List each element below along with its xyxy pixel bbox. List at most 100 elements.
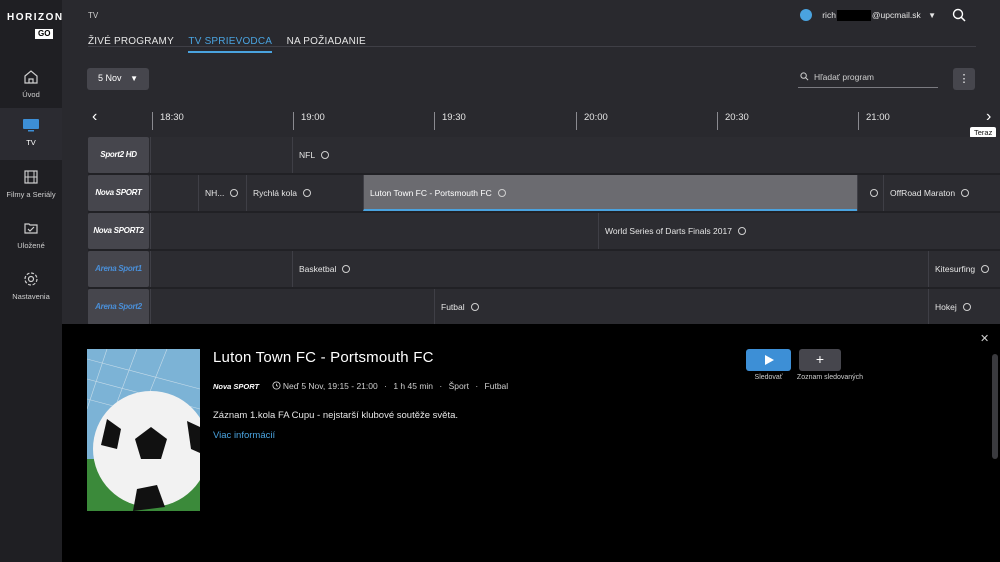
time-tick: 20:30 bbox=[717, 112, 749, 130]
channel-row: Arena Sport1 Basketbal Kitesurfing bbox=[88, 251, 1000, 287]
sidebar-item-label: Uložené bbox=[17, 241, 45, 250]
program-slot[interactable]: World Series of Darts Finals 2017 bbox=[598, 213, 1000, 249]
program-slot[interactable]: Rychlá kola bbox=[246, 175, 363, 211]
replay-icon bbox=[981, 265, 990, 273]
date-value: 5 Nov bbox=[98, 73, 122, 83]
replay-icon bbox=[737, 227, 746, 235]
sidebar-item-label: TV bbox=[26, 138, 36, 147]
channel-logo[interactable]: Sport2 HD bbox=[88, 137, 149, 173]
program-title: Luton Town FC - Portsmouth FC bbox=[213, 349, 434, 366]
user-email-suffix: @upcmail.sk bbox=[871, 10, 921, 20]
main-area: TV ŽIVÉ PROGRAMY TV SPRIEVODCA NA POŽIAD… bbox=[62, 0, 1000, 562]
sidebar-item-ulozene[interactable]: Uložené bbox=[0, 211, 62, 263]
logo-go-text: GO bbox=[35, 29, 54, 39]
replay-icon bbox=[961, 189, 970, 197]
replay-icon bbox=[342, 265, 351, 273]
timeline: ‹ 18:30 19:00 19:30 20:00 20:30 21:00 › bbox=[88, 108, 998, 132]
time-tick: 18:30 bbox=[152, 112, 184, 130]
program-slot[interactable]: NH... bbox=[198, 175, 246, 211]
program-meta: Nova SPORT Neď 5 Nov, 19:15 - 21:00 · 1 … bbox=[213, 381, 509, 391]
replay-icon bbox=[962, 303, 971, 311]
program-slot[interactable]: OffRoad Maraton bbox=[883, 175, 1000, 211]
time-tick: 21:00 bbox=[858, 112, 890, 130]
tab-bar: ŽIVÉ PROGRAMY TV SPRIEVODCA NA POŽIADANI… bbox=[88, 31, 376, 53]
program-description: Záznam 1.kola FA Cupu - nejstarší klubov… bbox=[213, 410, 459, 421]
sidebar: HORIZON GO Úvod TV Filmy a Seriály Ulože… bbox=[0, 0, 62, 562]
tabs-divider bbox=[88, 46, 976, 47]
horizon-go-logo[interactable]: HORIZON GO bbox=[7, 12, 64, 42]
chevron-right-icon[interactable]: › bbox=[986, 108, 991, 126]
sidebar-item-uvod[interactable]: Úvod bbox=[0, 60, 62, 112]
program-slot[interactable] bbox=[857, 175, 883, 211]
program-detail-panel: Luton Town FC - Portsmouth FC Nova SPORT… bbox=[62, 324, 1000, 562]
replay-icon bbox=[271, 381, 281, 390]
program-slot[interactable]: Hokej bbox=[928, 289, 1000, 324]
sidebar-item-tv[interactable]: TV bbox=[0, 108, 62, 160]
play-icon bbox=[765, 355, 774, 365]
user-avatar-icon bbox=[800, 9, 813, 21]
more-info-link[interactable]: Viac informácií bbox=[213, 430, 275, 441]
program-slot[interactable] bbox=[150, 175, 198, 211]
more-options-button[interactable]: ⋮ bbox=[953, 68, 975, 90]
replay-icon bbox=[230, 189, 239, 197]
program-duration: 1 h 45 min bbox=[393, 381, 434, 391]
chevron-down-icon: ▼ bbox=[130, 74, 138, 83]
program-poster bbox=[87, 349, 200, 511]
page-title: TV bbox=[88, 11, 99, 20]
date-picker[interactable]: 5 Nov ▼ bbox=[87, 68, 149, 90]
channel-row: Nova SPORT2 World Series of Darts Finals… bbox=[88, 213, 1000, 249]
add-to-watchlist-button[interactable]: + bbox=[799, 349, 841, 371]
search-icon[interactable] bbox=[952, 8, 966, 27]
close-icon[interactable]: ✕ bbox=[980, 332, 989, 345]
saved-icon bbox=[24, 223, 38, 234]
gear-icon bbox=[24, 272, 38, 286]
chevron-left-icon[interactable]: ‹ bbox=[92, 108, 97, 126]
epg-grid: Sport2 HD NFL Nova SPORT NH... Rychlá ko… bbox=[88, 131, 1000, 324]
user-menu[interactable]: rich @upcmail.sk ▼ bbox=[800, 9, 936, 22]
program-slot[interactable] bbox=[150, 137, 292, 173]
tab-na-poziadanie[interactable]: NA POŽIADANIE bbox=[287, 36, 366, 51]
logo-main-text: HORIZON bbox=[7, 12, 64, 23]
search-icon bbox=[800, 72, 809, 81]
program-slot[interactable]: Basketbal bbox=[292, 251, 928, 287]
program-slot[interactable]: Kitesurfing bbox=[928, 251, 1000, 287]
program-slot[interactable]: Futbal bbox=[434, 289, 928, 324]
program-slot-selected[interactable]: Luton Town FC - Portsmouth FC bbox=[363, 175, 857, 211]
tv-icon bbox=[23, 119, 39, 132]
channel-row: Arena Sport2 Futbal Hokej bbox=[88, 289, 1000, 324]
program-slot[interactable]: NFL bbox=[292, 137, 1000, 173]
channel-logo-small: Nova SPORT bbox=[213, 382, 260, 391]
play-button[interactable] bbox=[746, 349, 791, 371]
channel-logo[interactable]: Nova SPORT2 bbox=[88, 213, 149, 249]
chevron-down-icon: ▼ bbox=[928, 11, 936, 20]
program-datetime: Neď 5 Nov, 19:15 - 21:00 bbox=[282, 381, 378, 391]
sidebar-item-filmy[interactable]: Filmy a Seriály bbox=[0, 160, 62, 212]
plus-icon: + bbox=[815, 351, 825, 367]
sidebar-item-nastavenia[interactable]: Nastavenia bbox=[0, 262, 62, 314]
tab-zive-programy[interactable]: ŽIVÉ PROGRAMY bbox=[88, 36, 174, 51]
sidebar-item-label: Nastavenia bbox=[12, 292, 50, 301]
channel-row: Sport2 HD NFL bbox=[88, 137, 1000, 173]
film-icon bbox=[24, 170, 38, 184]
channel-logo[interactable]: Arena Sport1 bbox=[88, 251, 149, 287]
replay-icon bbox=[302, 189, 311, 197]
sidebar-item-label: Úvod bbox=[22, 90, 40, 99]
search-placeholder: Hľadať program bbox=[814, 72, 874, 82]
time-tick: 20:00 bbox=[576, 112, 608, 130]
redacted-block bbox=[836, 10, 871, 22]
user-email-prefix: rich bbox=[822, 10, 836, 20]
replay-icon bbox=[497, 189, 506, 197]
program-search-input[interactable]: Hľadať program bbox=[798, 68, 938, 88]
replay-icon bbox=[470, 303, 479, 311]
tab-tv-sprievodca[interactable]: TV SPRIEVODCA bbox=[188, 36, 273, 53]
sidebar-item-label: Filmy a Seriály bbox=[6, 190, 56, 199]
program-slot[interactable] bbox=[150, 213, 598, 249]
scrollbar[interactable] bbox=[992, 354, 998, 459]
program-slot[interactable] bbox=[150, 289, 434, 324]
program-slot[interactable] bbox=[150, 251, 292, 287]
channel-logo[interactable]: Arena Sport2 bbox=[88, 289, 149, 324]
time-tick: 19:00 bbox=[293, 112, 325, 130]
home-icon bbox=[24, 70, 38, 84]
replay-icon bbox=[321, 151, 330, 159]
channel-logo[interactable]: Nova SPORT bbox=[88, 175, 149, 211]
